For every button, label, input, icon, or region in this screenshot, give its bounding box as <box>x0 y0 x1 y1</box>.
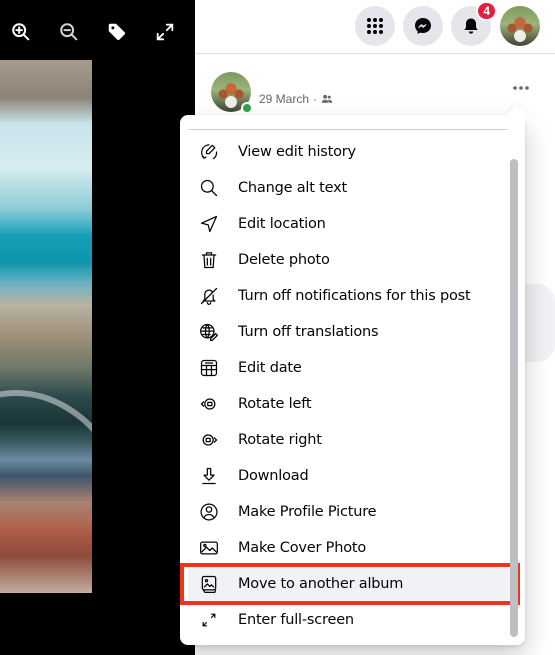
menu-item-download[interactable]: Download <box>188 458 510 494</box>
post-date[interactable]: 29 March <box>259 92 309 106</box>
top-navigation-bar: 4 <box>195 0 555 54</box>
meta-separator: · <box>313 92 318 106</box>
zoom-in-icon <box>12 23 30 41</box>
menu-item-label: Turn off notifications for this post <box>238 288 471 304</box>
menu-scrollbar[interactable] <box>510 159 518 637</box>
menu-item-label: Edit date <box>238 360 302 376</box>
friends-icon[interactable] <box>321 93 333 105</box>
menu-item-label: Make Cover Photo <box>238 540 367 556</box>
menu-item-view-edit-history[interactable]: View edit history <box>188 134 510 170</box>
menu-list: View edit history Change alt text Edit l… <box>180 134 520 638</box>
menu-item-label: Make Profile Picture <box>238 504 377 520</box>
menu-item-move-to-another-album[interactable]: Move to another album <box>180 563 520 605</box>
menu-item-label: Rotate left <box>238 396 312 412</box>
menu-item-turn-off-notifications[interactable]: Turn off notifications for this post <box>188 278 510 314</box>
location-arrow-icon <box>200 215 218 233</box>
zoom-out-icon <box>60 23 78 41</box>
bell-off-icon <box>200 287 218 305</box>
menu-item-delete-photo[interactable]: Delete photo <box>188 242 510 278</box>
menu-item-label: View edit history <box>238 144 356 160</box>
post-meta: 29 March · <box>259 92 333 106</box>
menu-item-label: Edit location <box>238 216 326 232</box>
menu-item-edit-date[interactable]: Edit date <box>188 350 510 386</box>
menu-item-label: Turn off translations <box>238 324 379 340</box>
profile-picture-icon <box>200 503 218 521</box>
menu-item-label: Change alt text <box>238 180 347 196</box>
tag-icon <box>108 23 126 41</box>
photo-viewer <box>0 0 195 655</box>
menu-item-label: Move to another album <box>238 576 404 592</box>
online-status-indicator <box>241 102 253 114</box>
more-options-button[interactable] <box>505 78 537 98</box>
bell-icon <box>464 18 478 34</box>
album-icon <box>201 575 217 593</box>
post-author-avatar[interactable] <box>211 72 253 114</box>
menu-divider <box>188 129 508 130</box>
menu-item-make-cover-photo[interactable]: Make Cover Photo <box>188 530 510 566</box>
photo-options-menu: View edit history Change alt text Edit l… <box>180 103 529 645</box>
rotate-left-icon <box>200 398 216 410</box>
menu-item-label: Delete photo <box>238 252 330 268</box>
zoom-out-button[interactable] <box>53 14 85 50</box>
tag-button[interactable] <box>101 14 133 50</box>
grid-menu-icon <box>367 18 383 34</box>
menu-item-label: Enter full-screen <box>238 612 354 628</box>
globe-pencil-icon <box>200 323 219 341</box>
avatar <box>500 6 540 46</box>
menu-item-enter-full-screen[interactable]: Enter full-screen <box>188 602 510 638</box>
menu-item-rotate-left[interactable]: Rotate left <box>188 386 510 422</box>
menu-item-turn-off-translations[interactable]: Turn off translations <box>188 314 510 350</box>
edit-history-icon <box>201 144 218 160</box>
notifications-badge: 4 <box>476 1 497 21</box>
menu-button[interactable] <box>355 6 395 46</box>
post-header: 29 March · <box>195 66 555 116</box>
calendar-icon <box>200 359 218 377</box>
more-horizontal-icon <box>513 86 529 90</box>
photo-image <box>0 60 92 593</box>
download-icon <box>202 467 216 485</box>
trash-icon <box>201 252 217 269</box>
fullscreen-icon <box>202 613 216 627</box>
menu-item-label: Download <box>238 468 309 484</box>
menu-item-edit-location[interactable]: Edit location <box>188 206 510 242</box>
messenger-icon <box>415 18 431 34</box>
cover-photo-icon <box>200 541 218 555</box>
expand-icon <box>156 23 174 41</box>
profile-avatar-button[interactable] <box>500 6 540 46</box>
notifications-button[interactable]: 4 <box>451 1 497 46</box>
zoom-in-button[interactable] <box>5 14 37 50</box>
viewer-toolbar <box>0 14 195 50</box>
rotate-right-icon <box>202 434 218 446</box>
menu-item-change-alt-text[interactable]: Change alt text <box>188 170 510 206</box>
search-icon <box>200 179 218 197</box>
menu-item-rotate-right[interactable]: Rotate right <box>188 422 510 458</box>
messenger-button[interactable] <box>403 6 443 46</box>
fullscreen-button[interactable] <box>149 14 181 50</box>
menu-item-label: Rotate right <box>238 432 322 448</box>
menu-item-make-profile-picture[interactable]: Make Profile Picture <box>188 494 510 530</box>
